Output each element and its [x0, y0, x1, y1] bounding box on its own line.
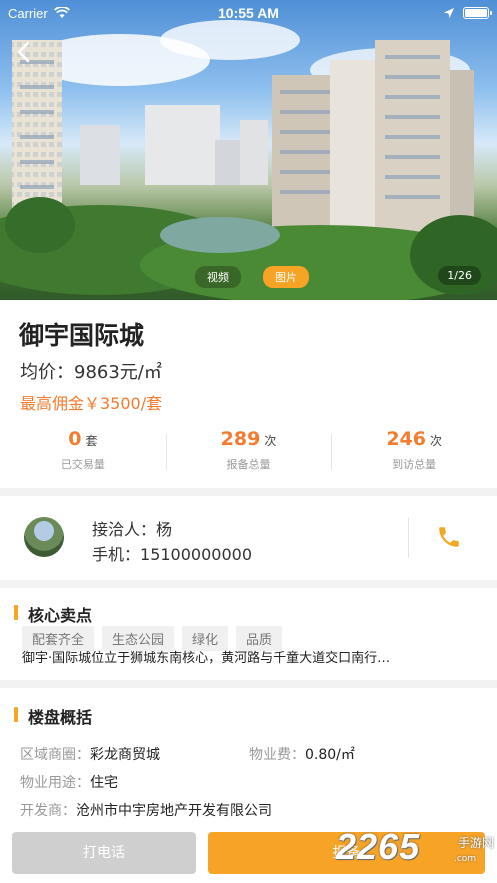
watermark-domain: .com — [454, 854, 477, 864]
contact-card: 接洽人：杨 手机：15100000000 — [0, 496, 497, 580]
stat-reports: 289 次 报备总量 — [165, 428, 332, 478]
stat-value: 289 — [220, 428, 261, 450]
max-commission: 最高佣金￥3500/套 — [20, 394, 163, 413]
tab-photos[interactable]: 图片 — [263, 266, 309, 288]
contact-phone-label: 手机： — [92, 545, 141, 564]
selling-points-description[interactable]: 御宇·国际城位立于狮城东南核心，黄河路与千童大道交口南行… — [22, 647, 477, 666]
stat-visits: 246 次 到访总量 — [331, 428, 497, 478]
property-info-card: 御宇国际城 均价：9863元/㎡ 最高佣金￥3500/套 0套 已交易量 289… — [0, 300, 497, 488]
average-price: 均价：9863元/㎡ — [20, 358, 162, 384]
divider — [408, 518, 409, 558]
image-counter: 1/26 — [438, 266, 481, 285]
stat-label: 报备总量 — [226, 458, 271, 471]
overview-card: 楼盘概括 区域商圈：彩龙商贸城 物业费：0.80/㎡ 物业用途：住宅 开发商：沧… — [0, 688, 497, 828]
contact-phone: 手机：15100000000 — [92, 541, 252, 565]
contact-phone-value: 15100000000 — [140, 545, 252, 564]
call-contact-button[interactable] — [436, 524, 462, 550]
district-label: 区域商圈： — [20, 747, 90, 763]
chevron-left-icon — [17, 41, 30, 63]
stats-row: 0套 已交易量 289 次 报备总量 246 次 到访总量 — [0, 428, 497, 478]
overview-title: 楼盘概括 — [14, 704, 92, 728]
stat-label: 已交易量 — [60, 458, 105, 471]
phone-icon — [439, 527, 459, 547]
contact-name-value: 杨 — [156, 520, 173, 539]
district-row: 区域商圈：彩龙商贸城 — [20, 744, 160, 764]
back-button[interactable] — [10, 38, 38, 66]
watermark-logo: 2265 手游网 .com — [336, 826, 496, 874]
fee-label: 物业费： — [249, 747, 305, 763]
watermark-site: 手游网 — [458, 836, 495, 850]
media-tabs: 视频 图片 — [195, 266, 309, 288]
contact-name-label: 接洽人： — [92, 520, 157, 539]
status-time: 10:55 AM — [218, 5, 279, 21]
selling-points-card: 核心卖点 配套齐全 生态公园 绿化 品质 御宇·国际城位立于狮城东南核心，黄河路… — [0, 588, 497, 680]
status-bar: Carrier 10:55 AM — [0, 0, 497, 26]
usage-value: 住宅 — [90, 775, 118, 791]
fee-row: 物业费：0.80/㎡ — [249, 744, 355, 764]
average-price-value: 9863元/㎡ — [74, 362, 162, 383]
stat-unit: 套 — [85, 434, 98, 448]
stat-value: 246 — [386, 428, 426, 450]
hero-image — [0, 20, 497, 300]
stat-label: 到访总量 — [392, 458, 437, 471]
hero-gallery[interactable]: Carrier 10:55 AM 视频 图片 1/26 — [0, 0, 497, 300]
location-arrow-icon — [444, 8, 454, 18]
stat-unit: 次 — [264, 434, 277, 448]
usage-label: 物业用途： — [20, 775, 90, 791]
property-title: 御宇国际城 — [19, 321, 145, 350]
stat-unit: 次 — [430, 434, 443, 448]
selling-points-title: 核心卖点 — [14, 602, 92, 626]
watermark-number: 2265 — [336, 826, 421, 867]
call-button[interactable]: 打电话 — [12, 832, 196, 874]
district-value: 彩龙商贸城 — [90, 747, 160, 763]
average-price-label: 均价： — [20, 362, 74, 383]
developer-label: 开发商： — [20, 803, 76, 819]
usage-row: 物业用途：住宅 — [20, 772, 118, 792]
contact-name: 接洽人：杨 — [92, 516, 172, 540]
developer-value: 沧州市中宇房地产开发有限公司 — [76, 803, 272, 819]
stat-traded: 0套 已交易量 — [0, 428, 166, 478]
developer-row: 开发商：沧州市中宇房地产开发有限公司 — [20, 800, 272, 820]
tab-video[interactable]: 视频 — [195, 266, 241, 288]
stat-value: 0 — [68, 428, 82, 450]
battery-icon — [463, 7, 492, 19]
fee-value: 0.80/㎡ — [305, 747, 355, 763]
avatar — [24, 517, 64, 557]
